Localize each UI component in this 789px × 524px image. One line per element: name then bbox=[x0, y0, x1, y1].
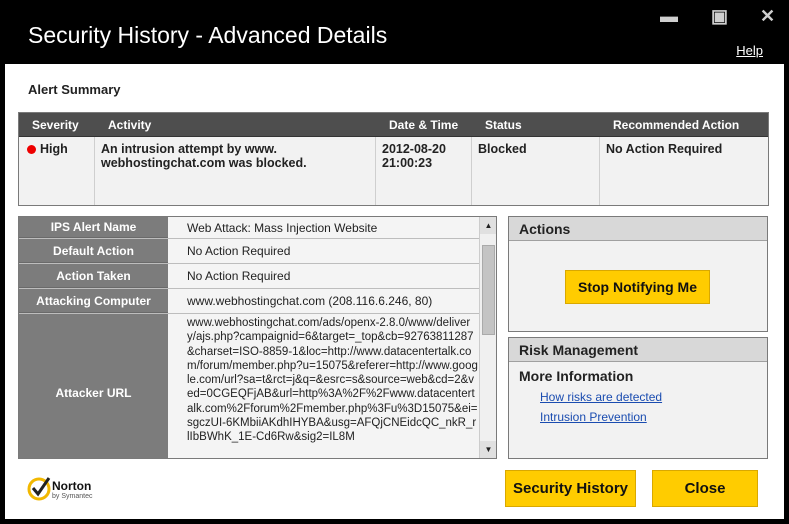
header-status: Status bbox=[485, 118, 522, 132]
details-row-attacker-url: Attacker URL www.webhostingchat.com/ads/… bbox=[19, 314, 480, 458]
activity-cell: An intrusion attempt by www. webhostingc… bbox=[101, 142, 307, 170]
recommended-action-value: No Action Required bbox=[606, 142, 723, 156]
table-row[interactable]: High An intrusion attempt by www. webhos… bbox=[19, 137, 768, 205]
details-label: Attacking Computer bbox=[19, 289, 168, 313]
details-value: www.webhostingchat.com (208.116.6.246, 8… bbox=[168, 289, 480, 313]
scroll-thumb[interactable] bbox=[482, 245, 495, 335]
actions-box: Actions Stop Notifying Me bbox=[508, 216, 768, 332]
scroll-up-icon[interactable]: ▲ bbox=[480, 217, 496, 234]
title-bar: Security History - Advanced Details ▬ ▣ … bbox=[0, 0, 789, 64]
details-row-attacking-computer: Attacking Computer www.webhostingchat.co… bbox=[19, 289, 480, 314]
attacker-url-value: www.webhostingchat.com/ads/openx-2.8.0/w… bbox=[168, 314, 480, 458]
header-severity: Severity bbox=[32, 118, 79, 132]
details-value: No Action Required bbox=[168, 239, 480, 263]
details-row-action-taken: Action Taken No Action Required bbox=[19, 264, 480, 289]
details-scrollbar[interactable]: ▲ ▼ bbox=[479, 217, 496, 458]
datetime-cell: 2012-08-20 21:00:23 bbox=[382, 142, 446, 170]
stop-notifying-button[interactable]: Stop Notifying Me bbox=[565, 270, 710, 304]
risk-management-box: Risk Management More Information How ris… bbox=[508, 337, 768, 459]
risk-management-title: Risk Management bbox=[509, 338, 767, 362]
more-information-heading: More Information bbox=[519, 368, 634, 384]
details-table[interactable]: IPS Alert Name Web Attack: Mass Injectio… bbox=[18, 216, 497, 459]
close-icon[interactable]: ✕ bbox=[760, 6, 775, 27]
security-history-button[interactable]: Security History bbox=[505, 470, 636, 507]
details-label: Action Taken bbox=[19, 264, 168, 288]
window-title: Security History - Advanced Details bbox=[28, 22, 388, 48]
alert-summary-header: Severity Activity Date & Time Status Rec… bbox=[19, 113, 768, 137]
details-row-default-action: Default Action No Action Required bbox=[19, 239, 480, 264]
time-value: 21:00:23 bbox=[382, 156, 433, 170]
close-button[interactable]: Close bbox=[652, 470, 758, 507]
alert-summary-table: Severity Activity Date & Time Status Rec… bbox=[18, 112, 769, 206]
alert-summary-title: Alert Summary bbox=[28, 82, 121, 97]
activity-line-2: webhostingchat.com was blocked. bbox=[101, 156, 307, 170]
severity-cell: High bbox=[27, 142, 68, 156]
how-risks-detected-link[interactable]: How risks are detected bbox=[540, 390, 662, 404]
header-datetime: Date & Time bbox=[389, 118, 459, 132]
norton-logo: Norton by Symantec bbox=[27, 474, 107, 509]
norton-brand: Norton bbox=[52, 479, 92, 493]
details-value: Web Attack: Mass Injection Website bbox=[168, 217, 480, 238]
date-value: 2012-08-20 bbox=[382, 142, 446, 156]
main-panel: Alert Summary Severity Activity Date & T… bbox=[5, 64, 784, 519]
details-label: Attacker URL bbox=[19, 314, 168, 458]
intrusion-prevention-link[interactable]: Intrusion Prevention bbox=[540, 410, 647, 424]
details-row-ips-alert-name: IPS Alert Name Web Attack: Mass Injectio… bbox=[19, 217, 480, 239]
details-value: No Action Required bbox=[168, 264, 480, 288]
help-link[interactable]: Help bbox=[736, 43, 763, 58]
activity-line-1: An intrusion attempt by www. bbox=[101, 142, 277, 156]
norton-brand-sub: by Symantec bbox=[52, 493, 93, 500]
scroll-down-icon[interactable]: ▼ bbox=[480, 441, 496, 458]
severity-value: High bbox=[40, 142, 68, 156]
maximize-icon[interactable]: ▣ bbox=[711, 6, 728, 27]
details-label: Default Action bbox=[19, 239, 168, 263]
header-activity: Activity bbox=[108, 118, 152, 132]
minimize-icon[interactable]: ▬ bbox=[660, 6, 678, 27]
status-value: Blocked bbox=[478, 142, 527, 156]
actions-title: Actions bbox=[509, 217, 767, 241]
details-label: IPS Alert Name bbox=[19, 217, 168, 238]
header-recommended-action: Recommended Action bbox=[613, 118, 740, 132]
severity-high-icon bbox=[27, 145, 36, 155]
